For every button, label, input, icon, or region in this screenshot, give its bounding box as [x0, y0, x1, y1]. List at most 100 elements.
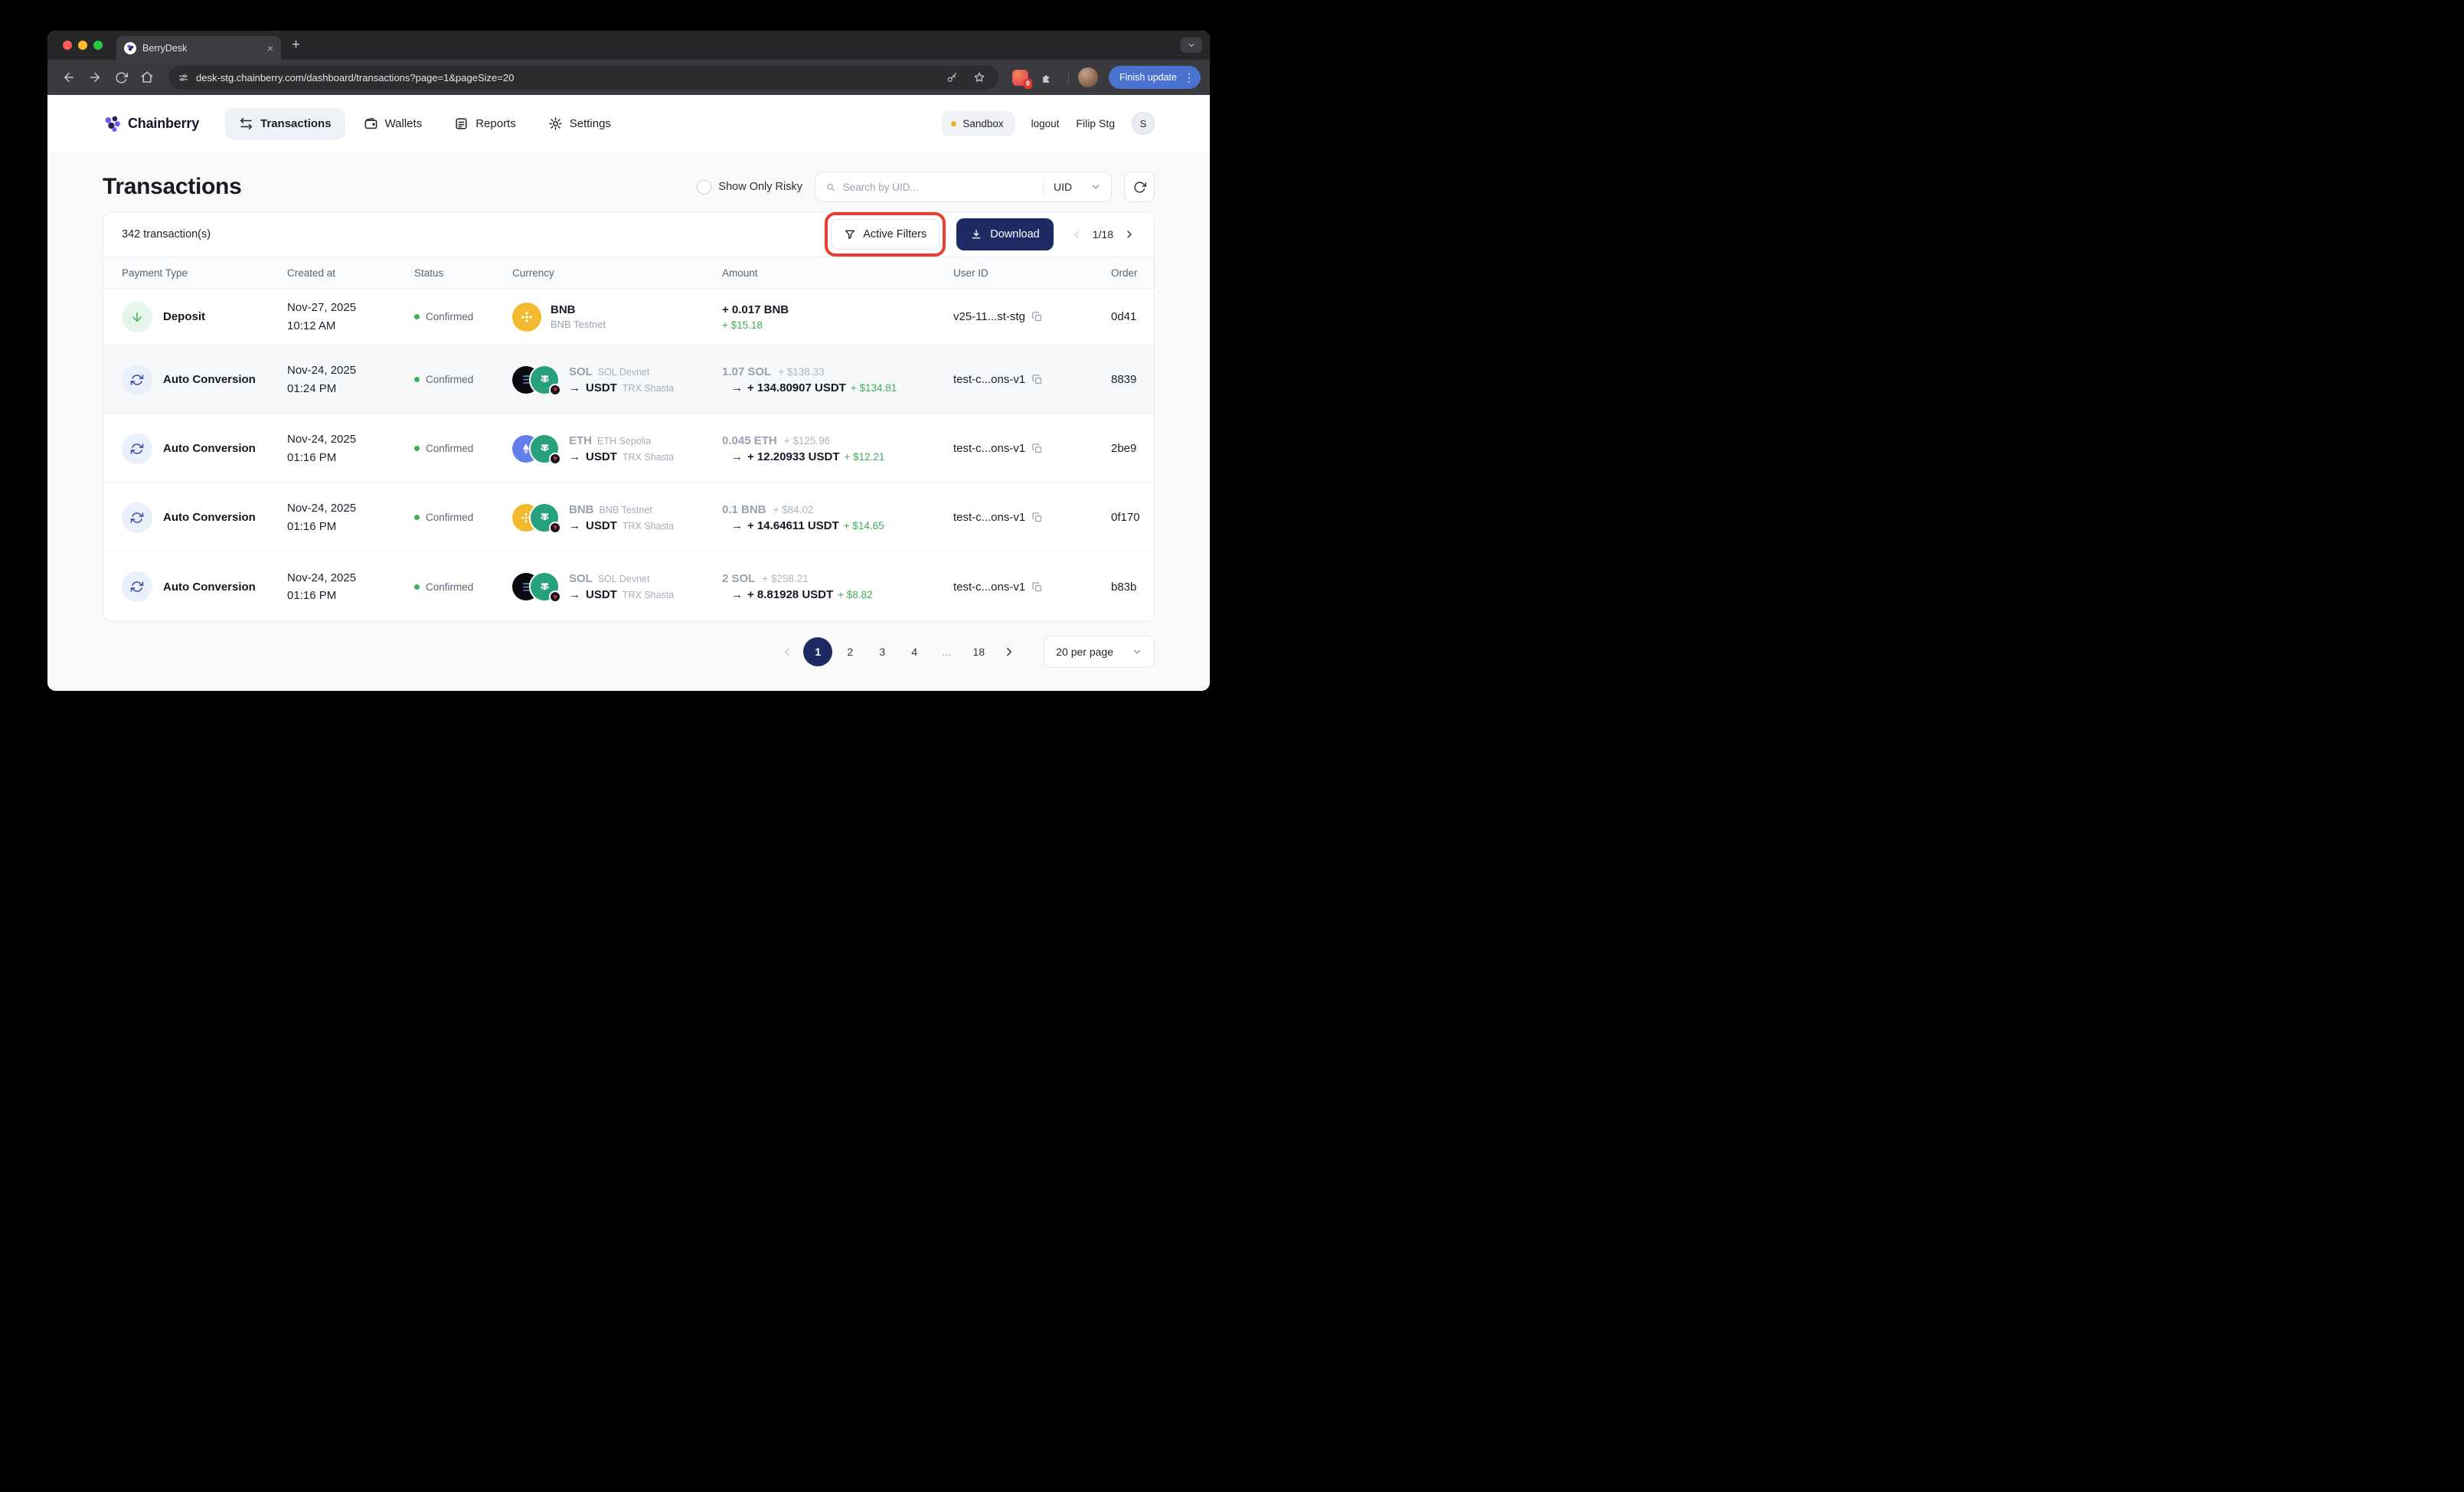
per-page-select[interactable]: 20 per page — [1044, 636, 1155, 668]
table-row[interactable]: Auto Conversion Nov-24, 2025 01:16 PM Co… — [103, 552, 1154, 621]
extensions-puzzle-icon[interactable] — [1034, 65, 1059, 90]
nav-label: Settings — [569, 116, 611, 130]
created-date: Nov-24, 2025 — [287, 433, 357, 447]
user-name: Filip Stg — [1076, 117, 1115, 129]
next-page-icon[interactable] — [1123, 228, 1136, 240]
created-time: 01:16 PM — [287, 450, 337, 464]
col-header: Status — [414, 267, 444, 279]
profile-avatar[interactable] — [1077, 67, 1098, 87]
page-title: Transactions — [103, 174, 242, 199]
download-button[interactable]: Download — [956, 218, 1054, 250]
address-bar[interactable]: desk-stg.chainberry.com/dashboard/transa… — [168, 65, 998, 90]
sync-icon — [122, 502, 152, 533]
table-row[interactable]: Auto Conversion Nov-24, 2025 01:16 PM Co… — [103, 483, 1154, 552]
copy-icon[interactable] — [1031, 443, 1043, 454]
from-network: BNB Testnet — [599, 504, 652, 515]
status-label: Confirmed — [426, 512, 474, 523]
site-settings-icon[interactable] — [178, 72, 189, 83]
payment-type: Auto Conversion — [163, 442, 256, 455]
search-group: UID — [815, 172, 1112, 202]
coin-code: BNB — [551, 303, 576, 316]
download-icon — [972, 230, 981, 239]
new-tab-button[interactable]: + — [292, 37, 300, 54]
browser-tab[interactable]: BerryDesk × — [116, 36, 281, 60]
brand-name: Chainberry — [128, 115, 200, 131]
payment-type: Deposit — [163, 310, 206, 323]
pagination-next-icon[interactable] — [996, 645, 1022, 659]
active-filters-wrap: Active Filters — [825, 212, 946, 257]
refresh-button[interactable] — [1124, 172, 1155, 202]
table-pagination: 1/18 — [1070, 228, 1136, 240]
copy-icon[interactable] — [1031, 311, 1043, 322]
user-avatar[interactable]: S — [1132, 112, 1155, 135]
copy-icon[interactable] — [1031, 374, 1043, 385]
risky-checkbox[interactable] — [697, 179, 712, 195]
bnb-coin-icon — [512, 302, 541, 332]
logout-link[interactable]: logout — [1031, 118, 1060, 129]
extension-icon[interactable]: 9 — [1011, 69, 1032, 89]
reports-icon — [454, 116, 469, 131]
to-network: TRX Shasta — [622, 520, 675, 532]
search-field[interactable] — [815, 181, 1043, 193]
page-button-18[interactable]: 18 — [964, 637, 993, 666]
to-usd: + $14.65 — [843, 519, 884, 532]
nav-item-settings[interactable]: Settings — [534, 108, 625, 139]
to-network: TRX Shasta — [622, 590, 675, 600]
created-time: 01:16 PM — [287, 519, 337, 533]
active-filters-button[interactable]: Active Filters — [831, 219, 940, 250]
copy-icon[interactable] — [1031, 512, 1043, 523]
tron-network-icon — [549, 591, 561, 603]
status-dot-icon — [414, 377, 420, 382]
transactions-card: 342 transaction(s) Active Filters Downlo… — [103, 211, 1155, 622]
page-button-4[interactable]: 4 — [900, 637, 929, 666]
nav-item-wallets[interactable]: Wallets — [350, 108, 436, 139]
pagination-prev-icon[interactable] — [774, 645, 800, 659]
created-time: 01:16 PM — [287, 589, 337, 602]
brand[interactable]: Chainberry — [103, 114, 199, 133]
status-label: Confirmed — [426, 581, 474, 593]
bookmark-star-icon[interactable] — [969, 67, 989, 87]
search-input[interactable] — [842, 181, 1033, 193]
page-button-2[interactable]: 2 — [835, 637, 864, 666]
transaction-count: 342 transaction(s) — [122, 228, 211, 240]
tab-search-chevron-icon[interactable] — [1181, 38, 1202, 53]
search-type-select[interactable]: UID — [1044, 181, 1111, 193]
table-row[interactable]: Auto Conversion Nov-24, 2025 01:24 PM Co… — [103, 345, 1154, 414]
nav-item-transactions[interactable]: Transactions — [225, 107, 345, 139]
from-usd: + $125.96 — [783, 434, 831, 447]
nav-item-reports[interactable]: Reports — [440, 108, 530, 139]
created-time: 01:24 PM — [287, 381, 337, 395]
finish-update-button[interactable]: Finish update ⋮ — [1108, 66, 1201, 89]
page-button-3[interactable]: 3 — [868, 637, 897, 666]
reload-icon[interactable] — [109, 65, 133, 90]
tab-close-icon[interactable]: × — [267, 43, 273, 54]
from-coin: BNB — [569, 502, 594, 516]
table-row[interactable]: Auto Conversion Nov-24, 2025 01:16 PM Co… — [103, 414, 1154, 483]
status-label: Confirmed — [426, 443, 474, 454]
sync-icon — [122, 571, 152, 602]
password-key-icon[interactable] — [943, 67, 962, 87]
from-coin: SOL — [569, 572, 593, 585]
table-row[interactable]: Deposit Nov-27, 2025 10:12 AM Confirmed … — [103, 289, 1154, 345]
page-button-1[interactable]: 1 — [803, 637, 833, 666]
url-text: desk-stg.chainberry.com/dashboard/transa… — [196, 71, 515, 83]
from-network: ETH Sepolia — [597, 435, 652, 447]
nav-label: Reports — [475, 116, 516, 130]
forward-icon[interactable] — [83, 65, 107, 90]
to-amount: + 14.64611 USDT — [747, 519, 839, 532]
to-network: TRX Shasta — [622, 451, 675, 463]
show-only-risky-toggle[interactable]: Show Only Risky — [697, 179, 802, 195]
finish-update-label: Finish update — [1119, 72, 1177, 83]
close-window-button[interactable] — [63, 41, 72, 50]
browser-menu-icon[interactable]: ⋮ — [1184, 71, 1194, 84]
order-id: 8839 — [1111, 373, 1137, 386]
copy-icon[interactable] — [1031, 581, 1043, 593]
prev-page-icon[interactable] — [1070, 228, 1083, 240]
from-usd: + $258.21 — [762, 573, 809, 584]
card-toolbar: 342 transaction(s) Active Filters Downlo… — [103, 212, 1154, 257]
back-icon[interactable] — [57, 65, 81, 90]
minimize-window-button[interactable] — [78, 41, 87, 50]
chainberry-logo-icon — [105, 116, 120, 132]
home-icon[interactable] — [135, 65, 159, 90]
zoom-window-button[interactable] — [93, 41, 103, 50]
